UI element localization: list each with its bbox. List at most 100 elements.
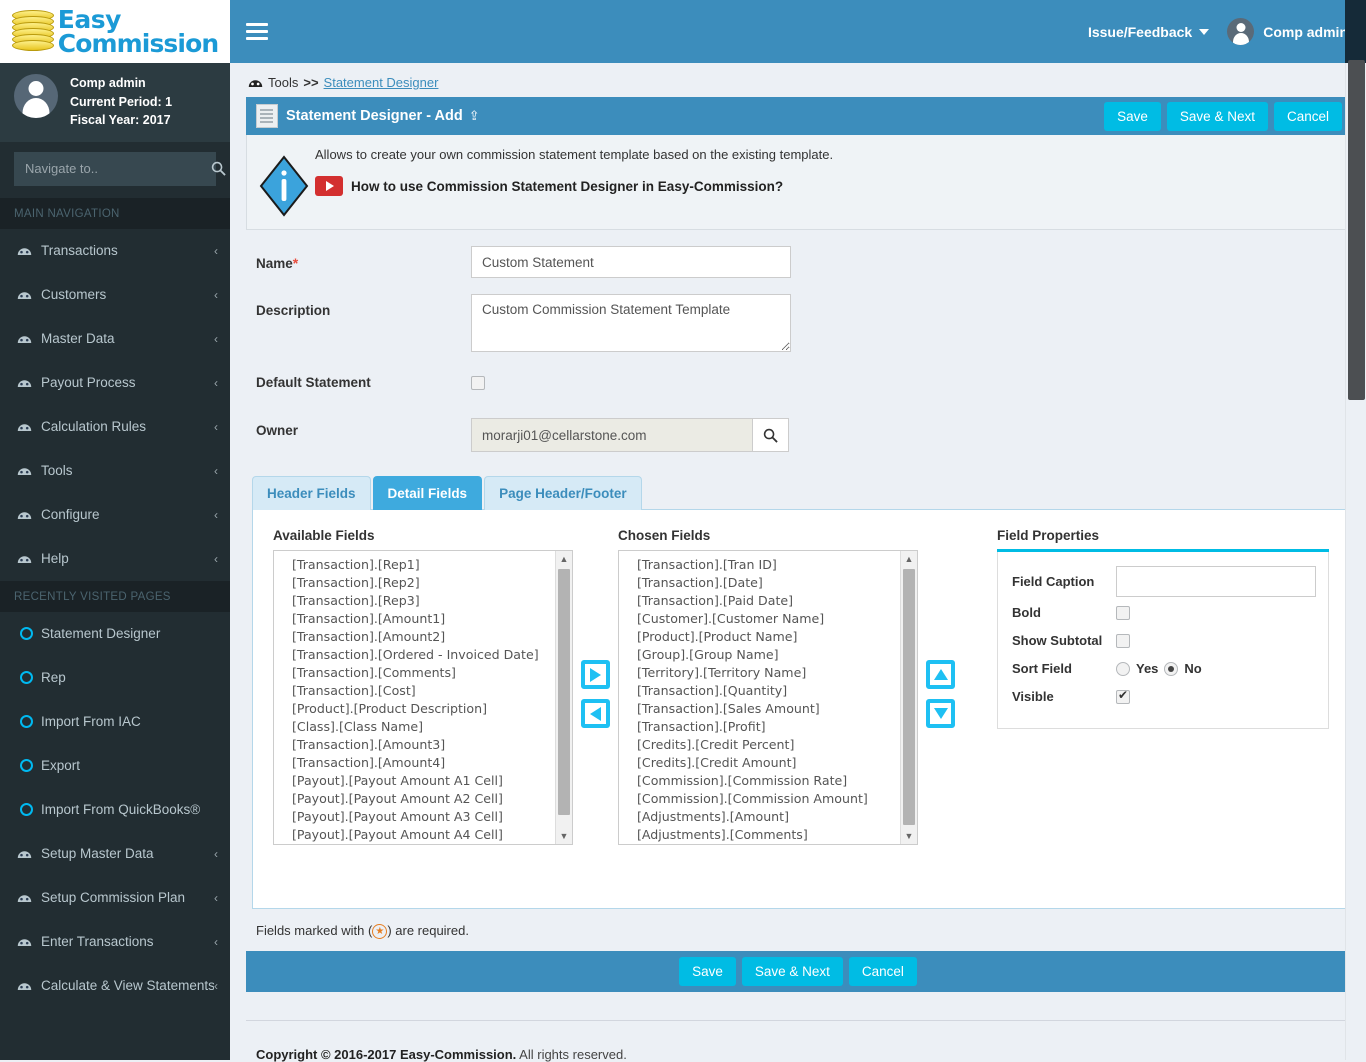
list-item[interactable]: [Product].[Product Name] [637, 628, 900, 646]
sidebar-item-help[interactable]: Help ‹ [0, 537, 230, 581]
list-item[interactable]: [Transaction].[Amount3] [292, 736, 555, 754]
sidebar-item-export[interactable]: Export [0, 744, 230, 788]
tab-detail-fields[interactable]: Detail Fields [372, 476, 483, 510]
search-icon[interactable] [211, 153, 226, 185]
move-up-icon[interactable] [926, 660, 955, 689]
list-item[interactable]: [Product].[Product Description] [292, 700, 555, 718]
list-item[interactable]: [Transaction].[Amount2] [292, 628, 555, 646]
main-navigation-list: Transactions ‹ Customers ‹ Master Data ‹ Payou… [0, 229, 230, 581]
scroll-up-icon[interactable]: ▲ [901, 551, 917, 567]
owner-input[interactable] [471, 418, 753, 452]
bold-checkbox[interactable] [1116, 605, 1130, 620]
hamburger-icon[interactable] [242, 17, 272, 47]
sidebar-item-statement-designer[interactable]: Statement Designer [0, 612, 230, 656]
sidebar-item-transactions[interactable]: Transactions ‹ [0, 229, 230, 273]
sidebar-item-setup-master-data[interactable]: Setup Master Data ‹ [0, 832, 230, 876]
name-input[interactable] [471, 246, 791, 278]
list-item[interactable]: [Transaction].[Amount1] [292, 610, 555, 628]
list-item[interactable]: [Customer].[Customer Name] [637, 610, 900, 628]
description-textarea[interactable]: Custom Commission Statement Template [471, 294, 791, 352]
scroll-down-icon[interactable]: ▼ [556, 828, 572, 844]
list-item[interactable]: [Transaction].[Paid Date] [637, 592, 900, 610]
list-item[interactable]: [Transaction].[Cost] [292, 682, 555, 700]
issue-feedback-menu[interactable]: Issue/Feedback [1088, 24, 1210, 40]
sidebar-item-import-from-quickbooks[interactable]: Import From QuickBooks® [0, 788, 230, 832]
tab-header-fields[interactable]: Header Fields [252, 476, 371, 510]
list-item[interactable]: [Group].[Group Name] [637, 646, 900, 664]
search-input[interactable] [15, 161, 211, 176]
list-item[interactable]: [Adjustments].[Comments] [637, 826, 900, 844]
youtube-play-icon[interactable] [315, 176, 343, 196]
owner-search-button[interactable] [753, 418, 789, 452]
list-item[interactable]: [Transaction].[Comments] [292, 664, 555, 682]
list-item[interactable]: [Adjustments].[Amount] [637, 808, 900, 826]
sidebar-item-payout-process[interactable]: Payout Process ‹ [0, 361, 230, 405]
header-save-button[interactable]: Save [1104, 101, 1161, 131]
list-item[interactable]: [Commission].[Commission Rate] [637, 772, 900, 790]
move-down-icon[interactable] [926, 699, 955, 728]
list-item[interactable]: [Transaction].[Sales Amount] [637, 700, 900, 718]
show-subtotal-checkbox[interactable] [1116, 633, 1130, 648]
list-item[interactable]: [Transaction].[Rep3] [292, 592, 555, 610]
breadcrumb: Tools >> Statement Designer [246, 63, 1350, 97]
sidebar-item-tools[interactable]: Tools ‹ [0, 449, 230, 493]
collapse-icon[interactable]: ⇪ [469, 108, 480, 124]
sort-field-no-radio[interactable] [1164, 661, 1179, 676]
sidebar-item-rep[interactable]: Rep [0, 656, 230, 700]
list-item[interactable]: [Payout].[Payout Amount A2 Cell] [292, 790, 555, 808]
chosen-fields-options[interactable]: [Transaction].[Tran ID] [Transaction].[Da… [619, 551, 900, 844]
list-item[interactable]: [Credits].[Credit Amount] [637, 754, 900, 772]
sidebar-user-panel[interactable]: Comp admin Current Period: 1 Fiscal Year… [0, 63, 230, 142]
available-fields-scrollbar[interactable]: ▲ ▼ [555, 551, 572, 844]
move-right-icon[interactable] [581, 660, 610, 689]
tab-page-header-footer[interactable]: Page Header/Footer [484, 476, 642, 510]
recent-pages-header: RECENTLY VISITED PAGES [0, 580, 230, 612]
visible-checkbox[interactable] [1116, 688, 1130, 704]
header-cancel-button[interactable]: Cancel [1273, 101, 1342, 131]
list-item[interactable]: [Transaction].[Ordered - Invoiced Date] [292, 646, 555, 664]
list-item[interactable]: [Payout].[Payout Amount A1 Cell] [292, 772, 555, 790]
move-left-icon[interactable] [581, 699, 610, 728]
chosen-fields-scrollbar[interactable]: ▲ ▼ [900, 551, 917, 844]
video-help-link[interactable]: How to use Commission Statement Designer… [351, 179, 783, 194]
footer-save-button[interactable]: Save [679, 957, 736, 987]
sidebar-item-configure[interactable]: Configure ‹ [0, 493, 230, 537]
sidebar-item-calculation-rules[interactable]: Calculation Rules ‹ [0, 405, 230, 449]
list-item[interactable]: [Transaction].[Date] [637, 574, 900, 592]
available-fields-options[interactable]: [Transaction].[Rep1] [Transaction].[Rep2]… [274, 551, 555, 844]
list-item[interactable]: [Territory].[Territory Name] [637, 664, 900, 682]
footer-save-next-button[interactable]: Save & Next [741, 957, 843, 987]
sidebar-item-import-from-iac[interactable]: Import From IAC [0, 700, 230, 744]
page-scrollbar[interactable] [1345, 0, 1366, 1060]
sidebar-item-master-data[interactable]: Master Data ‹ [0, 317, 230, 361]
list-item[interactable]: [Transaction].[Rep1] [292, 556, 555, 574]
breadcrumb-current-link[interactable]: Statement Designer [324, 75, 439, 90]
brand-logo[interactable]: Easy Commission [0, 0, 230, 63]
list-item[interactable]: [Transaction].[Rep2] [292, 574, 555, 592]
default-statement-checkbox[interactable] [471, 376, 485, 390]
form-row-owner: Owner [246, 414, 1350, 462]
header-save-next-button[interactable]: Save & Next [1166, 101, 1268, 131]
page-scrollbar-thumb[interactable] [1348, 60, 1365, 400]
sidebar-item-calculate-view-statements[interactable]: Calculate & View Statements ‹ [0, 964, 230, 1008]
list-item[interactable]: [Transaction].[Amount4] [292, 754, 555, 772]
chosen-fields-listbox[interactable]: [Transaction].[Tran ID] [Transaction].[Da… [618, 550, 918, 845]
list-item[interactable]: [Transaction].[Profit] [637, 718, 900, 736]
footer-cancel-button[interactable]: Cancel [848, 957, 917, 987]
scroll-up-icon[interactable]: ▲ [556, 551, 572, 567]
list-item[interactable]: [Payout].[Payout Amount A4 Cell] [292, 826, 555, 844]
sidebar-item-enter-transactions[interactable]: Enter Transactions ‹ [0, 920, 230, 964]
list-item[interactable]: [Transaction].[Tran ID] [637, 556, 900, 574]
list-item[interactable]: [Class].[Class Name] [292, 718, 555, 736]
list-item[interactable]: [Transaction].[Quantity] [637, 682, 900, 700]
list-item[interactable]: [Credits].[Credit Percent] [637, 736, 900, 754]
list-item[interactable]: [Commission].[Commission Amount] [637, 790, 900, 808]
field-caption-input[interactable] [1116, 566, 1316, 597]
sidebar-item-setup-commission-plan[interactable]: Setup Commission Plan ‹ [0, 876, 230, 920]
user-menu[interactable]: Comp admin [1227, 18, 1348, 45]
list-item[interactable]: [Payout].[Payout Amount A3 Cell] [292, 808, 555, 826]
sort-field-yes-radio[interactable] [1116, 661, 1130, 676]
available-fields-listbox[interactable]: [Transaction].[Rep1] [Transaction].[Rep2]… [273, 550, 573, 845]
scroll-down-icon[interactable]: ▼ [901, 828, 917, 844]
sidebar-item-customers[interactable]: Customers ‹ [0, 273, 230, 317]
